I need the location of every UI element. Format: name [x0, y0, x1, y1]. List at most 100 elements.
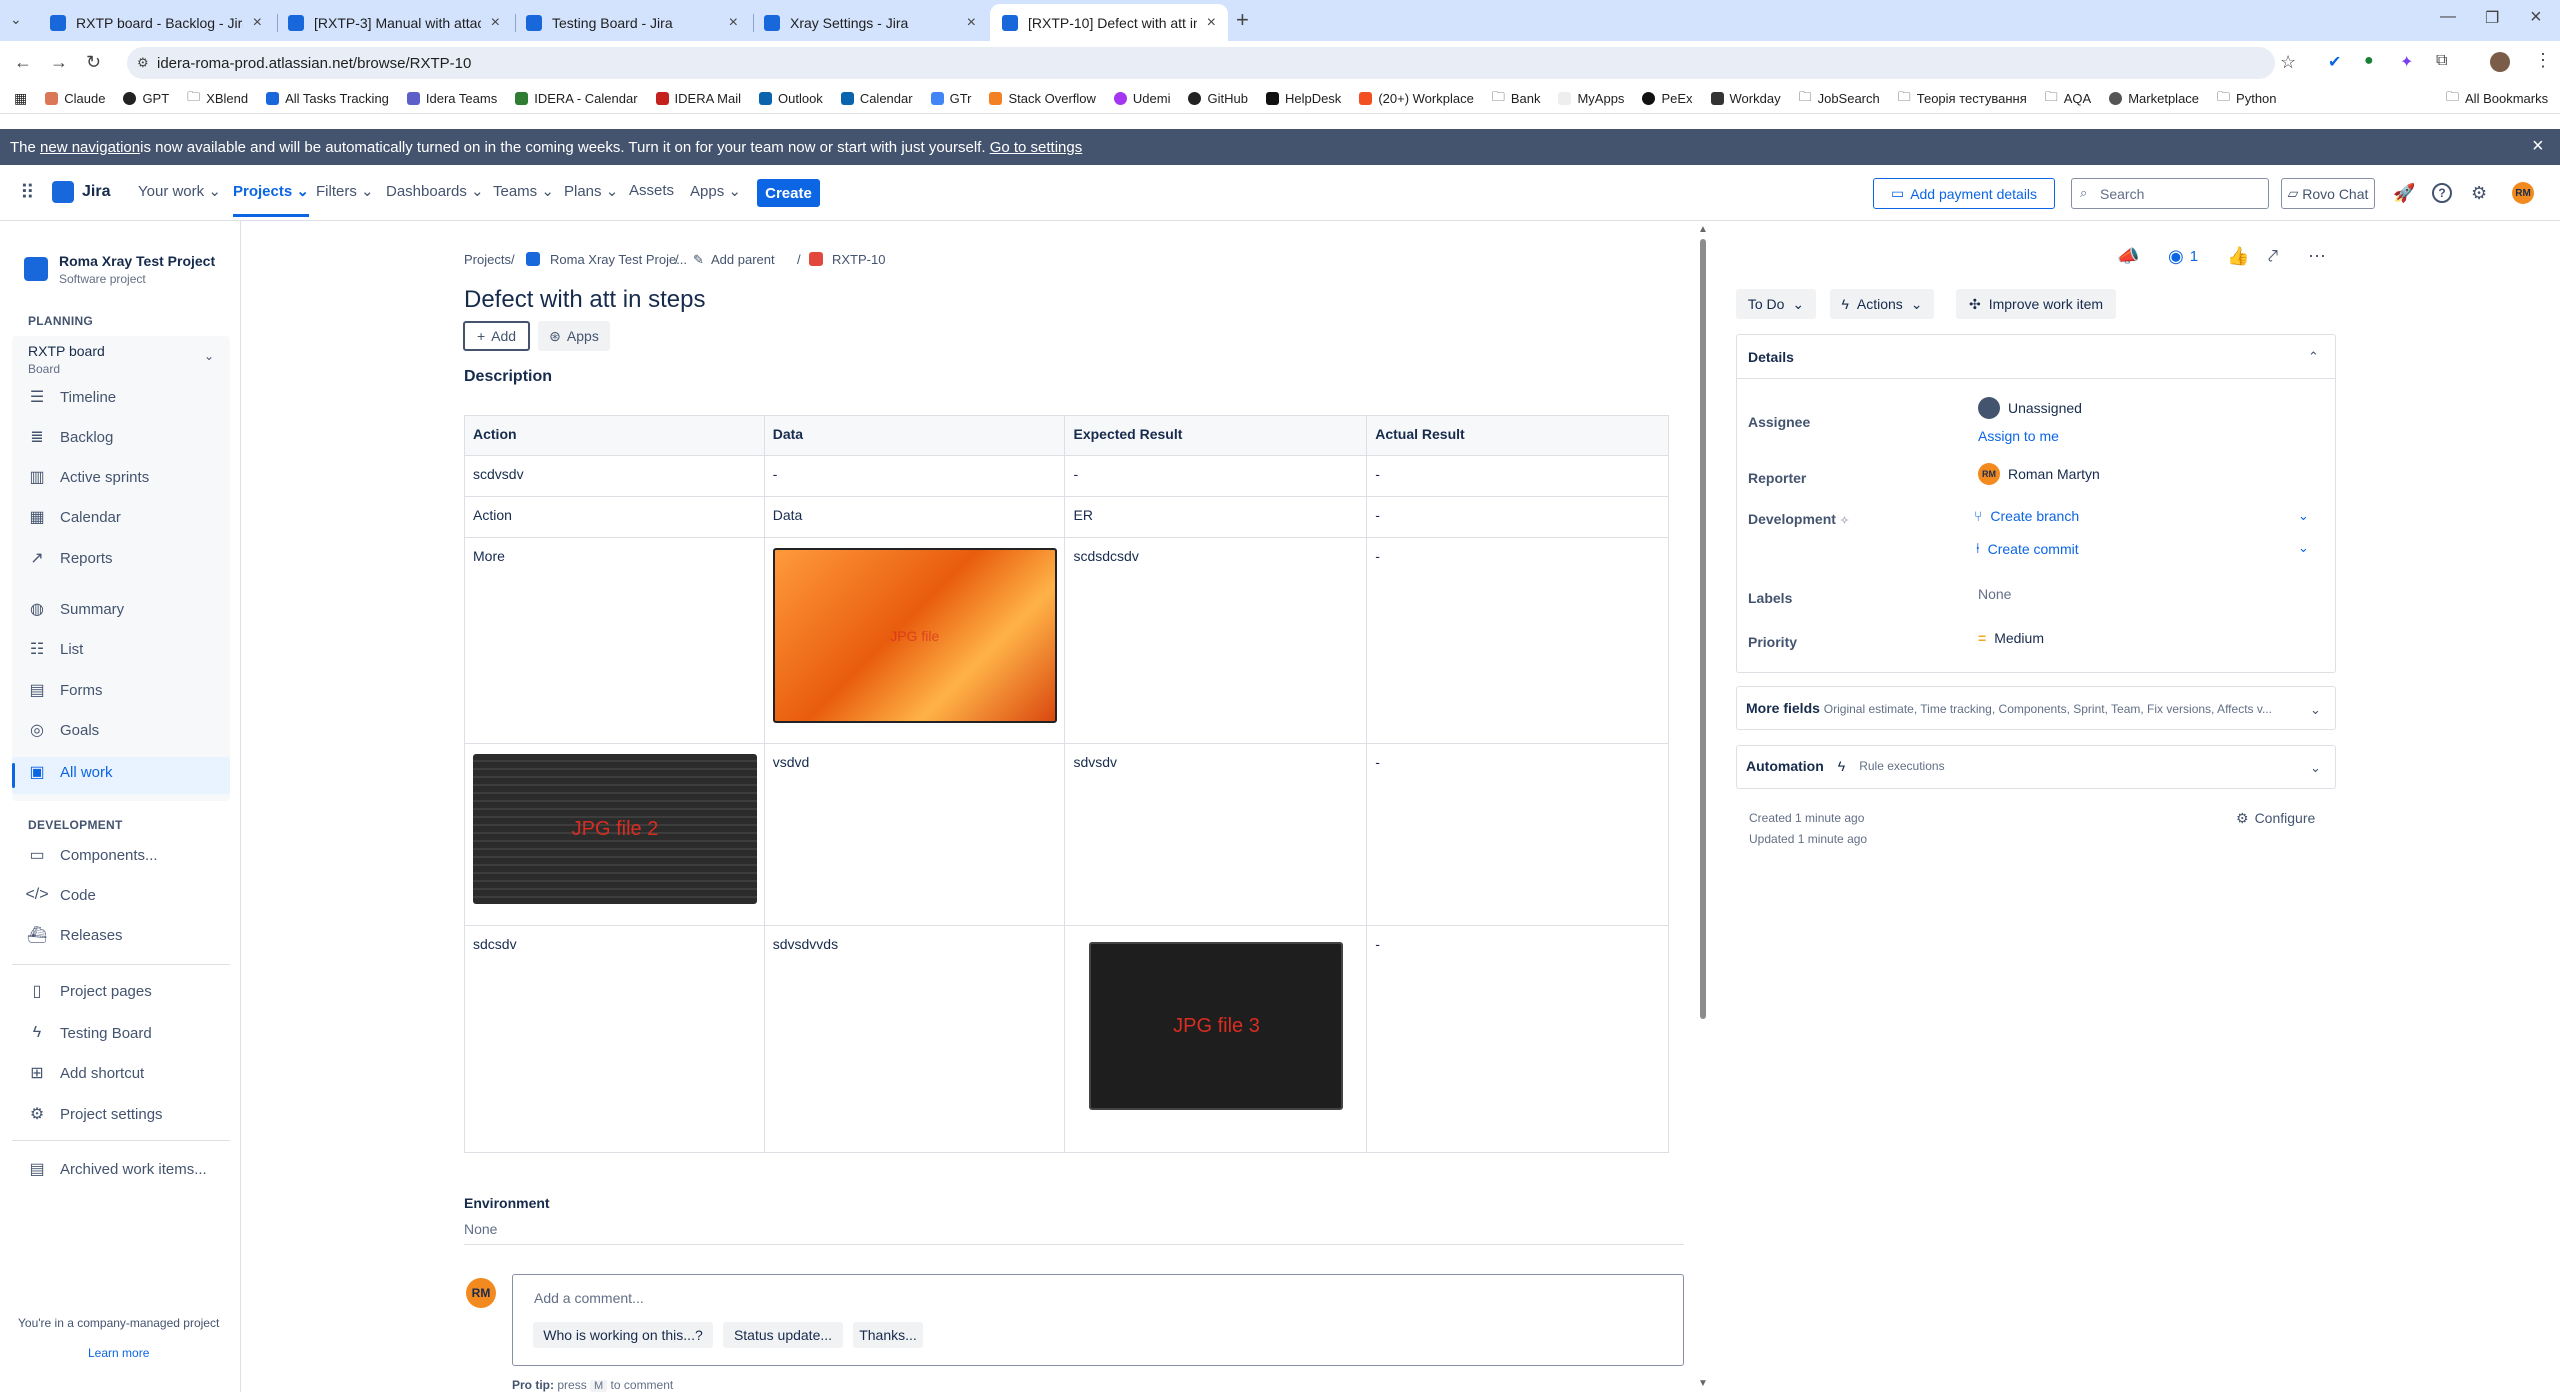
more-actions-icon[interactable]: ⋯	[2308, 246, 2326, 267]
scroll-down-icon[interactable]: ▼	[1698, 1378, 1708, 1389]
bookmark[interactable]: HelpDesk	[1265, 91, 1341, 106]
scroll-up-icon[interactable]: ▲	[1698, 224, 1708, 235]
suggestion-button[interactable]: Thanks...	[853, 1322, 923, 1348]
table-cell-image[interactable]: JPG file	[763, 537, 1066, 744]
table-cell[interactable]: -	[1366, 455, 1669, 497]
chevron-down-icon[interactable]: ⌄	[2310, 760, 2321, 776]
create-branch-button[interactable]: ⑂ Create branch	[1974, 508, 2079, 524]
table-cell[interactable]: -	[763, 455, 1066, 497]
bookmark[interactable]: All Tasks Tracking	[266, 91, 389, 106]
bookmark[interactable]: Workday	[1710, 91, 1781, 106]
suggestion-button[interactable]: Who is working on this...?	[533, 1322, 713, 1348]
sidebar-item-releases[interactable]: ⛴ Releases	[27, 926, 123, 945]
issue-title[interactable]: Defect with att in steps	[464, 286, 705, 314]
apps-grid-icon[interactable]: ▦	[14, 90, 27, 107]
table-cell[interactable]: Action	[464, 496, 765, 538]
bookmark[interactable]: Outlook	[759, 91, 823, 106]
close-icon[interactable]: ×	[491, 14, 500, 32]
browser-tab[interactable]: Testing Board - Jira ×	[514, 4, 750, 41]
rovo-chat-button[interactable]: ▱ Rovo Chat	[2281, 178, 2375, 209]
sidebar-item-backlog[interactable]: ≣ Backlog	[28, 428, 113, 447]
extension-icon[interactable]: ✦	[2400, 52, 2413, 72]
automation-label[interactable]: Automation ϟ Rule executions	[1746, 758, 1945, 774]
nav-assets[interactable]: Assets	[629, 182, 674, 199]
table-cell[interactable]: sdvsdv	[1064, 743, 1368, 926]
table-cell[interactable]: ER	[1064, 496, 1368, 538]
project-name[interactable]: Roma Xray Test Project	[59, 253, 215, 269]
nav-dashboards[interactable]: Dashboards ⌄	[386, 182, 484, 200]
nav-apps[interactable]: Apps ⌄	[690, 182, 741, 200]
create-button[interactable]: Create	[757, 179, 820, 207]
search-input[interactable]: ⌕ Search	[2071, 178, 2269, 209]
table-cell[interactable]: scdvsdv	[464, 455, 765, 497]
bookmark[interactable]: (20+) Workplace	[1359, 91, 1474, 106]
bookmark[interactable]: PeEx	[1642, 91, 1693, 106]
attachment-thumbnail[interactable]: JPG file	[772, 548, 1057, 723]
close-icon[interactable]: ×	[967, 14, 976, 32]
bookmark[interactable]: Stack Overflow	[989, 91, 1096, 106]
notifications-rocket-icon[interactable]: 🚀	[2393, 183, 2415, 204]
go-to-settings-link[interactable]: Go to settings	[990, 139, 1083, 156]
maximize-icon[interactable]: ❐	[2485, 8, 2499, 28]
sidebar-item-summary[interactable]: ◍ Summary	[28, 600, 124, 619]
table-cell[interactable]: -	[1366, 537, 1669, 744]
chevron-down-icon[interactable]: ⌄	[2310, 702, 2321, 718]
bookmark-star-icon[interactable]: ☆	[2280, 52, 2296, 73]
bookmark[interactable]: GitHub	[1188, 91, 1248, 106]
nav-plans[interactable]: Plans ⌄	[564, 182, 618, 200]
browser-tab[interactable]: Xray Settings - Jira ×	[752, 4, 988, 41]
table-cell[interactable]: -	[1366, 496, 1669, 538]
table-cell[interactable]: -	[1366, 925, 1669, 1153]
bookmark-folder[interactable]: 🗀 JobSearch	[1799, 88, 1880, 110]
new-navigation-link[interactable]: new navigation	[40, 139, 140, 156]
breadcrumb-project[interactable]: Roma Xray Test Proje...	[550, 252, 687, 267]
chevron-up-icon[interactable]: ⌃	[2308, 349, 2319, 365]
bookmark[interactable]: Marketplace	[2109, 91, 2199, 106]
configure-button[interactable]: ⚙ Configure	[2236, 810, 2315, 827]
bookmark[interactable]: IDERA Mail	[655, 91, 741, 106]
chevron-down-icon[interactable]: ⌄	[2298, 540, 2309, 556]
reporter-value[interactable]: RM Roman Martyn	[1978, 463, 2100, 485]
forward-icon[interactable]: →	[50, 52, 68, 73]
nav-teams[interactable]: Teams ⌄	[493, 182, 554, 200]
actions-dropdown[interactable]: ϟ Actions ⌄	[1830, 289, 1934, 319]
sidebar-item-add-shortcut[interactable]: ⊞ Add shortcut	[28, 1064, 144, 1083]
table-cell-image[interactable]: JPG file 2	[464, 743, 765, 926]
chevron-down-icon[interactable]: ⌄	[204, 349, 214, 363]
bookmark[interactable]: GPT	[123, 91, 169, 106]
table-cell[interactable]: sdvsdvvds	[763, 925, 1066, 1153]
bookmark-folder[interactable]: 🗀 AQA	[2045, 88, 2091, 110]
board-name[interactable]: RXTP board	[28, 343, 105, 359]
bookmark-folder[interactable]: 🗀 Теорія тестування	[1898, 88, 2027, 110]
attachment-thumbnail[interactable]: JPG file 3	[1089, 942, 1344, 1110]
bookmark-folder[interactable]: 🗀 Python	[2217, 88, 2277, 110]
table-cell[interactable]: More	[464, 537, 765, 744]
share-icon[interactable]: ⤤	[2268, 246, 2278, 267]
close-icon[interactable]: ×	[2532, 135, 2544, 158]
sidebar-item-timeline[interactable]: ☰ Timeline	[28, 388, 116, 407]
sidebar-item-project-pages[interactable]: ▯ Project pages	[28, 982, 152, 1001]
extensions-puzzle-icon[interactable]: ⧉	[2436, 52, 2447, 70]
breadcrumb-add-parent[interactable]: Add parent	[711, 252, 775, 267]
priority-value[interactable]: = Medium	[1978, 630, 2044, 646]
sidebar-item-goals[interactable]: ◎ Goals	[28, 721, 99, 740]
minimize-icon[interactable]: —	[2440, 8, 2456, 26]
apps-button[interactable]: ⊛ Apps	[538, 321, 610, 351]
table-cell-image[interactable]: JPG file 3	[1064, 925, 1368, 1153]
bookmark-folder[interactable]: 🗀 Bank	[1492, 88, 1541, 110]
close-icon[interactable]: ×	[253, 14, 262, 32]
sidebar-item-calendar[interactable]: ▦ Calendar	[28, 508, 120, 527]
nav-your-work[interactable]: Your work ⌄	[138, 182, 221, 200]
sidebar-item-code[interactable]: </> Code	[25, 886, 95, 904]
nav-projects[interactable]: Projects ⌄	[233, 182, 309, 217]
all-bookmarks[interactable]: 🗀 All Bookmarks	[2446, 88, 2548, 110]
new-tab-icon[interactable]: +	[1236, 7, 1249, 33]
close-window-icon[interactable]: ×	[2530, 6, 2542, 29]
scrollbar-thumb[interactable]	[1700, 239, 1706, 1019]
bookmark[interactable]: MyApps	[1558, 91, 1624, 106]
bookmark[interactable]: IDERA - Calendar	[515, 91, 638, 106]
profile-icon[interactable]	[2490, 52, 2510, 72]
suggestion-button[interactable]: Status update...	[723, 1322, 843, 1348]
user-avatar[interactable]: RM	[2512, 182, 2534, 204]
browser-tab-active[interactable]: [RXTP-10] Defect with att in ste×	[990, 4, 1228, 41]
